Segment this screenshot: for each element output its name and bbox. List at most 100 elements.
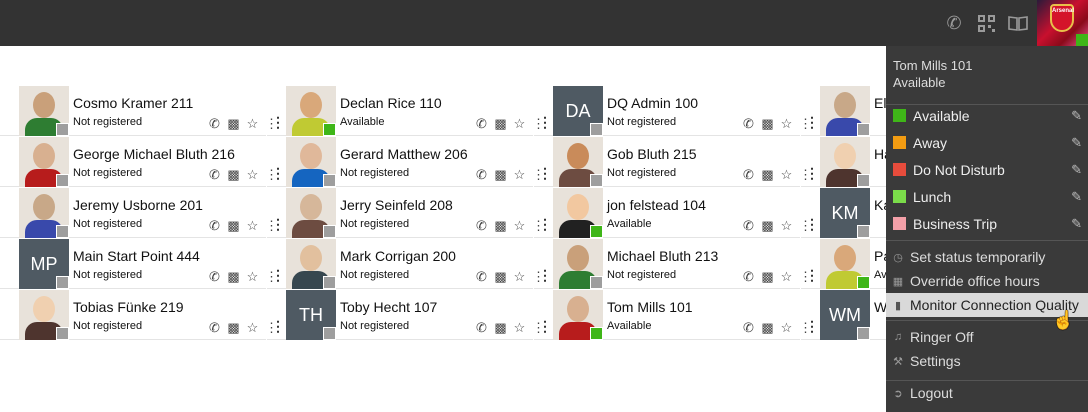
call-icon[interactable]: ✆ — [741, 269, 756, 285]
contact-card[interactable]: ⋮ Gerard Matthew 206 Not registered ✆ ▩ ☆ ⋮ — [267, 137, 545, 187]
contact-options-icon[interactable]: ⋮ — [271, 115, 285, 129]
favorite-star-icon[interactable]: ☆ — [245, 167, 260, 183]
status-option-lunch[interactable]: Lunch ✎ — [886, 183, 1088, 210]
contact-options-icon[interactable]: ⋮ — [805, 268, 819, 282]
contact-options-icon[interactable]: ⋮ — [538, 319, 552, 333]
phonebook-icon[interactable] — [1007, 12, 1029, 34]
video-icon[interactable]: ▩ — [226, 167, 241, 183]
contact-options-icon[interactable]: ⋮ — [538, 166, 552, 180]
contact-options-icon[interactable]: ⋮ — [271, 268, 285, 282]
contact-options-icon[interactable]: ⋮ — [538, 115, 552, 129]
call-icon[interactable]: ✆ — [207, 320, 222, 336]
favorite-star-icon[interactable]: ☆ — [779, 269, 794, 285]
contact-card[interactable]: Cosmo Kramer 211 Not registered ✆ ▩ ☆ ⋮ — [0, 86, 278, 136]
contact-options-icon[interactable]: ⋮ — [271, 217, 285, 231]
video-icon[interactable]: ▩ — [493, 116, 508, 132]
status-option-away[interactable]: Away ✎ — [886, 129, 1088, 156]
favorite-star-icon[interactable]: ☆ — [779, 218, 794, 234]
favorite-star-icon[interactable]: ☆ — [779, 116, 794, 132]
contact-options-icon[interactable]: ⋮ — [271, 166, 285, 180]
video-icon[interactable]: ▩ — [760, 116, 775, 132]
video-icon[interactable]: ▩ — [493, 218, 508, 234]
contact-card[interactable]: ⋮ Gob Bluth 215 Not registered ✆ ▩ ☆ ⋮ — [534, 137, 812, 187]
contact-options-icon[interactable]: ⋮ — [805, 166, 819, 180]
menu-item-logout[interactable]: ➲ Logout — [886, 381, 1088, 405]
edit-pencil-icon[interactable]: ✎ — [1071, 189, 1082, 205]
edit-pencil-icon[interactable]: ✎ — [1071, 216, 1082, 232]
call-icon[interactable]: ✆ — [207, 269, 222, 285]
qr-code-icon[interactable] — [975, 12, 997, 34]
favorite-star-icon[interactable]: ☆ — [245, 320, 260, 336]
video-icon[interactable]: ▩ — [493, 320, 508, 336]
call-icon[interactable]: ✆ — [741, 116, 756, 132]
call-icon[interactable]: ✆ — [741, 218, 756, 234]
status-option-do-not-disturb[interactable]: Do Not Disturb ✎ — [886, 156, 1088, 183]
status-option-label: Do Not Disturb — [913, 161, 1005, 178]
video-icon[interactable]: ▩ — [760, 218, 775, 234]
contact-card[interactable]: ⋮ jon felstead 104 Available ✆ ▩ ☆ ⋮ — [534, 188, 812, 238]
video-icon[interactable]: ▩ — [226, 269, 241, 285]
status-option-available[interactable]: Available ✎ — [886, 102, 1088, 129]
favorite-star-icon[interactable]: ☆ — [512, 116, 527, 132]
contact-options-icon[interactable]: ⋮ — [805, 217, 819, 231]
edit-pencil-icon[interactable]: ✎ — [1071, 162, 1082, 178]
favorite-star-icon[interactable]: ☆ — [245, 116, 260, 132]
call-icon[interactable]: ✆ — [474, 320, 489, 336]
contact-card[interactable]: ⋮ Mark Corrigan 200 Not registered ✆ ▩ ☆ ⋮ — [267, 239, 545, 289]
video-icon[interactable]: ▩ — [760, 320, 775, 336]
favorite-star-icon[interactable]: ☆ — [512, 167, 527, 183]
contact-options-icon[interactable]: ⋮ — [805, 319, 819, 333]
contact-card[interactable]: ⋮ TH Toby Hecht 107 Not registered ✆ ▩ ☆ ⋮ — [267, 290, 545, 340]
call-icon[interactable]: ✆ — [207, 167, 222, 183]
edit-pencil-icon[interactable]: ✎ — [1071, 135, 1082, 151]
contact-card[interactable]: ⋮ Michael Bluth 213 Not registered ✆ ▩ ☆ ⋮ — [534, 239, 812, 289]
phone-icon[interactable]: ✆ — [943, 12, 965, 34]
contact-options-icon[interactable]: ⋮ — [271, 319, 285, 333]
contact-options-icon[interactable]: ⋮ — [538, 268, 552, 282]
call-icon[interactable]: ✆ — [741, 167, 756, 183]
favorite-star-icon[interactable]: ☆ — [512, 269, 527, 285]
contact-card[interactable]: Tobias Fünke 219 Not registered ✆ ▩ ☆ ⋮ — [0, 290, 278, 340]
call-icon[interactable]: ✆ — [474, 116, 489, 132]
contact-status: Not registered — [73, 116, 143, 128]
edit-pencil-icon[interactable]: ✎ — [1071, 108, 1082, 124]
favorite-star-icon[interactable]: ☆ — [512, 218, 527, 234]
menu-item-override-office-hours[interactable]: ▦ Override office hours — [886, 269, 1088, 293]
call-icon[interactable]: ✆ — [207, 218, 222, 234]
contact-card[interactable]: ⋮ DA DQ Admin 100 Not registered ✆ ▩ ☆ ⋮ — [534, 86, 812, 136]
contact-card[interactable]: George Michael Bluth 216 Not registered ✆ ▩… — [0, 137, 278, 187]
menu-item-settings[interactable]: ⚒ Settings — [886, 349, 1088, 373]
presence-indicator — [590, 123, 603, 136]
call-icon[interactable]: ✆ — [474, 167, 489, 183]
video-icon[interactable]: ▩ — [493, 167, 508, 183]
contact-card[interactable]: ⋮ Declan Rice 110 Available ✆ ▩ ☆ ⋮ — [267, 86, 545, 136]
favorite-star-icon[interactable]: ☆ — [245, 218, 260, 234]
favorite-star-icon[interactable]: ☆ — [779, 167, 794, 183]
menu-item-set-status-temporarily[interactable]: ◷ Set status temporarily — [886, 245, 1088, 269]
contact-card[interactable]: Jeremy Usborne 201 Not registered ✆ ▩ ☆ ⋮ — [0, 188, 278, 238]
video-icon[interactable]: ▩ — [226, 218, 241, 234]
contact-options-icon[interactable]: ⋮ — [538, 217, 552, 231]
call-icon[interactable]: ✆ — [741, 320, 756, 336]
call-icon[interactable]: ✆ — [207, 116, 222, 132]
contact-card[interactable]: ⋮ Tom Mills 101 Available ✆ ▩ ☆ ⋮ — [534, 290, 812, 340]
contact-options-icon[interactable]: ⋮ — [805, 115, 819, 129]
contact-card[interactable]: MP Main Start Point 444 Not registered ✆ ▩ ☆ ⋮ — [0, 239, 278, 289]
status-option-business-trip[interactable]: Business Trip ✎ — [886, 210, 1088, 237]
call-icon[interactable]: ✆ — [474, 269, 489, 285]
favorite-star-icon[interactable]: ☆ — [245, 269, 260, 285]
favorite-star-icon[interactable]: ☆ — [512, 320, 527, 336]
contact-status: Not registered — [73, 320, 143, 332]
video-icon[interactable]: ▩ — [226, 320, 241, 336]
video-icon[interactable]: ▩ — [226, 116, 241, 132]
presence-indicator — [56, 174, 69, 187]
favorite-star-icon[interactable]: ☆ — [779, 320, 794, 336]
contact-avatar — [19, 290, 69, 340]
video-icon[interactable]: ▩ — [760, 269, 775, 285]
video-icon[interactable]: ▩ — [760, 167, 775, 183]
contact-card[interactable]: ⋮ Jerry Seinfeld 208 Not registered ✆ ▩ ☆ ⋮ — [267, 188, 545, 238]
contact-name: Tom Mills 101 — [607, 299, 693, 315]
my-avatar[interactable]: Arsenal — [1037, 0, 1088, 46]
call-icon[interactable]: ✆ — [474, 218, 489, 234]
video-icon[interactable]: ▩ — [493, 269, 508, 285]
